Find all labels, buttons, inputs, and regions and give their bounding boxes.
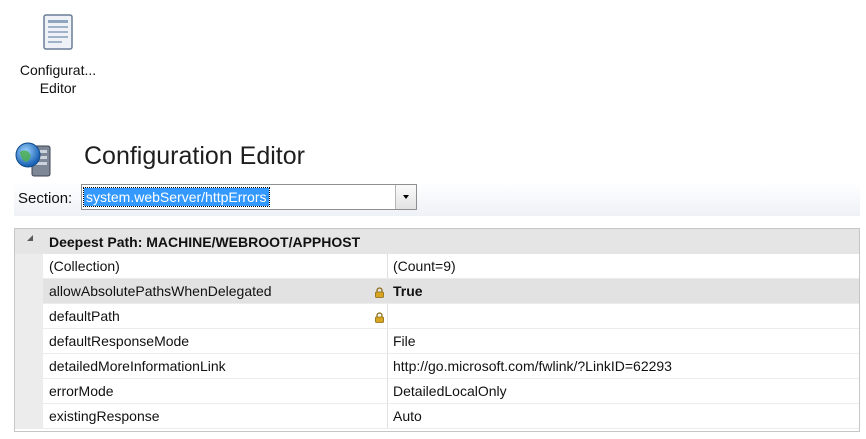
grid-group-header[interactable]: Deepest Path: MACHINE/WEBROOT/APPHOST xyxy=(15,229,859,255)
property-row[interactable]: existingResponse Auto xyxy=(15,404,859,429)
property-row[interactable]: defaultResponseMode File xyxy=(15,329,859,354)
row-gutter xyxy=(15,279,43,303)
section-bar: Section: system.webServer/httpErrors xyxy=(14,182,860,216)
property-value[interactable]: (Count=9) xyxy=(393,258,456,274)
row-gutter xyxy=(15,304,43,328)
property-value[interactable]: http://go.microsoft.com/fwlink/?LinkID=6… xyxy=(393,358,672,374)
lock-icon xyxy=(375,285,384,298)
row-gutter xyxy=(15,354,43,378)
property-value[interactable]: File xyxy=(393,333,416,349)
feature-caption: Configurat... Editor xyxy=(8,61,108,97)
globe-server-icon xyxy=(15,142,51,177)
group-header-label: Deepest Path: MACHINE/WEBROOT/APPHOST xyxy=(49,234,361,250)
property-name: defaultResponseMode xyxy=(49,333,190,349)
page-title: Configuration Editor xyxy=(84,142,305,170)
property-row[interactable]: errorMode DetailedLocalOnly xyxy=(15,379,859,404)
section-value[interactable]: system.webServer/httpErrors xyxy=(83,187,270,207)
property-row[interactable]: defaultPath xyxy=(15,304,859,329)
feature-caption-line2: Editor xyxy=(39,80,77,96)
row-gutter xyxy=(15,379,43,403)
property-rows: (Collection) (Count=9) allowAbsolutePathsW… xyxy=(15,254,859,429)
column-divider[interactable] xyxy=(387,279,388,303)
property-grid: Deepest Path: MACHINE/WEBROOT/APPHOST (C… xyxy=(14,228,860,432)
chevron-down-icon xyxy=(403,195,409,199)
config-editor-icon xyxy=(43,14,73,50)
section-label: Section: xyxy=(18,190,73,207)
property-name: (Collection) xyxy=(49,258,120,274)
property-value[interactable]: Auto xyxy=(393,408,422,424)
property-name: existingResponse xyxy=(49,408,160,424)
collapse-arrow-icon[interactable] xyxy=(27,235,33,241)
property-row[interactable]: allowAbsolutePathsWhenDelegated True xyxy=(15,279,859,304)
section-dropdown-button[interactable] xyxy=(395,185,416,209)
property-row[interactable]: detailedMoreInformationLink http://go.mic… xyxy=(15,354,859,379)
row-gutter xyxy=(15,329,43,353)
property-row[interactable]: (Collection) (Count=9) xyxy=(15,254,859,279)
property-value[interactable]: True xyxy=(393,283,423,299)
lock-icon xyxy=(375,310,384,323)
column-divider[interactable] xyxy=(387,304,388,328)
property-name: errorMode xyxy=(49,383,114,399)
configuration-editor-feature-icon[interactable]: Configurat... Editor xyxy=(8,8,108,108)
column-divider[interactable] xyxy=(387,254,388,278)
row-gutter xyxy=(15,404,43,428)
property-name: defaultPath xyxy=(49,308,120,324)
column-divider[interactable] xyxy=(387,379,388,403)
column-divider[interactable] xyxy=(387,404,388,428)
column-divider[interactable] xyxy=(387,329,388,353)
property-value[interactable]: DetailedLocalOnly xyxy=(393,383,507,399)
property-name: detailedMoreInformationLink xyxy=(49,358,226,374)
property-name: allowAbsolutePathsWhenDelegated xyxy=(49,283,272,299)
column-divider[interactable] xyxy=(387,354,388,378)
feature-caption-line1: Configurat... xyxy=(19,62,97,78)
section-select[interactable]: system.webServer/httpErrors xyxy=(81,184,417,210)
row-gutter xyxy=(15,254,43,278)
